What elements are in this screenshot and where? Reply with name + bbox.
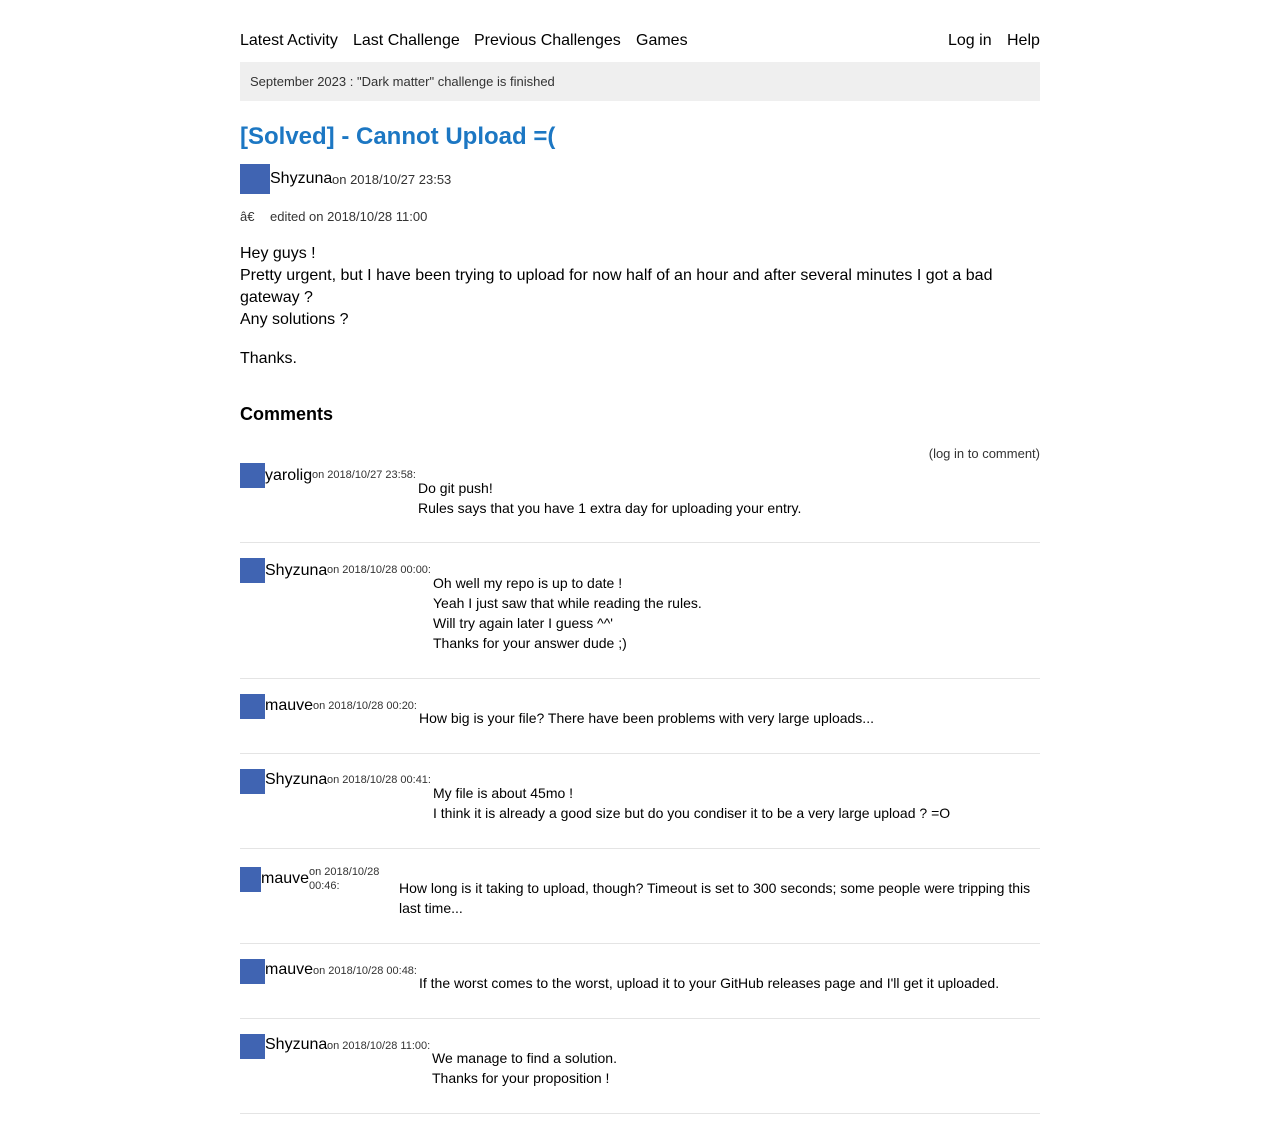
comment-date: on 2018/10/27 23:58: [312, 469, 416, 481]
post-body-line: Pretty urgent, but I have been trying to… [240, 267, 993, 306]
nav-games[interactable]: Games [636, 32, 688, 50]
comment-date: on 2018/10/28 00:46: [309, 866, 380, 892]
post-date: on 2018/10/27 23:53 [332, 172, 452, 187]
announcement-banner: September 2023 : "Dark matter" challenge… [240, 62, 1040, 101]
comment-text: If the worst comes to the worst, upload … [419, 973, 999, 993]
top-nav: Latest Activity Last Challenge Previous … [240, 0, 1040, 62]
post-author-avatar[interactable] [240, 164, 270, 194]
comment-line: Thanks for your answer dude ;) [433, 635, 627, 651]
comment-line: We manage to find a solution. [432, 1050, 617, 1066]
comment-date: on 2018/10/28 00:41: [327, 774, 431, 786]
comment-line: I think it is already a good size but do… [433, 805, 951, 821]
nav-previous-challenges[interactable]: Previous Challenges [474, 32, 621, 50]
comment-line: Thanks for your proposition ! [432, 1070, 610, 1086]
comment-author[interactable]: Shyzuna [265, 771, 327, 789]
edit-marker-icon: â€ [240, 209, 255, 224]
comment-avatar[interactable] [240, 959, 265, 984]
comment-line: How big is your file? There have been pr… [419, 710, 874, 726]
comment: Shyzuna on 2018/10/28 00:00: Oh well my … [240, 558, 1040, 679]
comment-avatar[interactable] [240, 463, 265, 488]
comment-text: Oh well my repo is up to date ! Yeah I j… [433, 573, 702, 653]
comments-heading: Comments [240, 404, 334, 424]
comment: mauve on 2018/10/28 00:46: How long is i… [240, 864, 1040, 944]
comment: mauve on 2018/10/28 00:20: How big is yo… [240, 694, 1040, 754]
post-edited-date: edited on 2018/10/28 11:00 [270, 209, 428, 224]
comment-line: If the worst comes to the worst, upload … [419, 975, 1000, 991]
post-closing-line: Thanks. [240, 350, 297, 367]
comment-date: on 2018/10/28 11:00: [327, 1040, 431, 1052]
comment-avatar[interactable] [240, 867, 261, 892]
login-to-comment-link[interactable]: (log in to comment) [929, 446, 1040, 461]
comment-line: Will try again later I guess ^^' [433, 615, 613, 631]
comment-line: My file is about 45mo ! [433, 785, 574, 801]
comment: yarolig on 2018/10/27 23:58: Do git push… [240, 463, 1040, 543]
post-body: Hey guys ! Pretty urgent, but I have bee… [240, 243, 1030, 331]
comment-author[interactable]: mauve [265, 697, 313, 715]
comment-line: How long is it taking to upload, though?… [399, 880, 1031, 916]
announcement-text: September 2023 : "Dark matter" challenge… [250, 74, 555, 89]
comment-avatar[interactable] [240, 1034, 265, 1059]
comment-author[interactable]: Shyzuna [265, 562, 327, 580]
comment-author[interactable]: mauve [261, 870, 309, 888]
comment-author[interactable]: mauve [265, 961, 313, 979]
nav-latest-activity[interactable]: Latest Activity [240, 32, 338, 50]
comment-avatar[interactable] [240, 694, 265, 719]
comment-text: My file is about 45mo ! I think it is al… [433, 783, 950, 823]
post-closing: Thanks. [240, 348, 1030, 370]
comment-text: How big is your file? There have been pr… [419, 708, 874, 728]
comment-line: Oh well my repo is up to date ! [433, 575, 623, 591]
nav-help[interactable]: Help [1007, 32, 1040, 50]
comment-line: Yeah I just saw that while reading the r… [433, 595, 702, 611]
comment-date: on 2018/10/28 00:00: [327, 564, 431, 576]
post-body-line: Hey guys ! [240, 245, 316, 262]
nav-last-challenge[interactable]: Last Challenge [353, 32, 460, 50]
post-title[interactable]: [Solved] - Cannot Upload =( [240, 122, 555, 152]
post-body-line: Any solutions ? [240, 311, 349, 328]
comment-line: Do git push! [418, 480, 493, 496]
comment-author[interactable]: yarolig [265, 467, 312, 485]
comment: mauve on 2018/10/28 00:48: If the worst … [240, 959, 1040, 1019]
post-author-name[interactable]: Shyzuna [270, 170, 332, 188]
comment-avatar[interactable] [240, 558, 265, 583]
page: Latest Activity Last Challenge Previous … [240, 0, 1040, 1114]
comment-text: We manage to find a solution. Thanks for… [432, 1048, 617, 1088]
comment: Shyzuna on 2018/10/28 11:00: We manage t… [240, 1034, 1040, 1114]
comment-text: How long is it taking to upload, though?… [399, 878, 1039, 918]
comment-date: on 2018/10/28 00:20: [313, 700, 417, 712]
comment-avatar[interactable] [240, 769, 265, 794]
comment-text: Do git push! Rules says that you have 1 … [418, 478, 801, 518]
comment-author[interactable]: Shyzuna [265, 1036, 327, 1054]
comment-date: on 2018/10/28 00:48: [313, 965, 417, 977]
comment-line: Rules says that you have 1 extra day for… [418, 500, 802, 516]
nav-log-in[interactable]: Log in [948, 32, 992, 50]
comment: Shyzuna on 2018/10/28 00:41: My file is … [240, 769, 1040, 849]
